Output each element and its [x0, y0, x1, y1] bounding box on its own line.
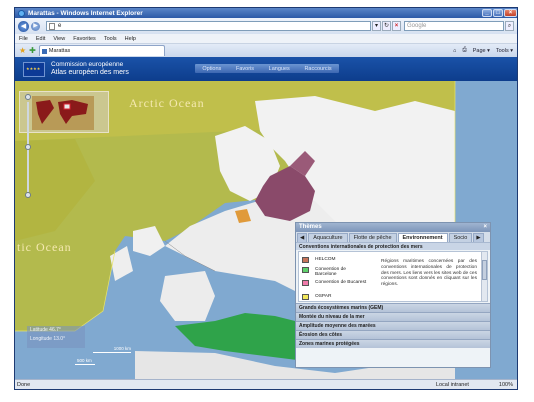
- bucarest-label: Convention de Bucarest: [315, 280, 367, 285]
- accordion-protected-zones[interactable]: Zones marines protégées: [296, 339, 490, 348]
- status-bar: Done Local intranet 100%: [15, 379, 517, 389]
- accordion-erosion[interactable]: Érosion des côtes: [296, 330, 490, 339]
- accordion-gem[interactable]: Grands écosystèmes marins (GEM): [296, 303, 490, 312]
- app-header: Commission européenne Atlas européen des…: [15, 57, 517, 81]
- app-menu-favoris[interactable]: Favoris: [236, 66, 254, 72]
- barcelone-label: Convention de Barcelone: [315, 267, 346, 277]
- home-icon[interactable]: ⌂: [453, 48, 456, 54]
- ospar-label: OSPAR: [315, 294, 332, 299]
- tools-menu[interactable]: Tools ▾: [496, 48, 513, 54]
- map-label-atlantic: tic Ocean: [17, 240, 72, 254]
- tab-title: Marattas: [48, 48, 71, 54]
- tab-scroll-left-icon[interactable]: ◀: [297, 233, 308, 242]
- world-overview: [32, 96, 94, 130]
- section-conventions[interactable]: Conventions internationales de protectio…: [296, 242, 490, 250]
- app-menu-langues[interactable]: Langues: [269, 66, 290, 72]
- scale-label-2: 500 km: [77, 358, 92, 363]
- legend-ospar[interactable]: OSPAR: [302, 294, 368, 300]
- search-input[interactable]: Google: [404, 21, 504, 31]
- latitude-readout: Latitude 46.7°: [30, 327, 61, 333]
- menu-help[interactable]: Help: [125, 36, 136, 42]
- legend-helcom[interactable]: HELCOM: [302, 257, 368, 263]
- app-menu-options[interactable]: Options: [202, 66, 221, 72]
- menu-file[interactable]: File: [19, 36, 28, 42]
- app-menu-raccourcis[interactable]: Raccourcis: [304, 66, 331, 72]
- overview-map[interactable]: [19, 91, 109, 133]
- zoom-level-knob[interactable]: [25, 144, 31, 150]
- page-menu[interactable]: Page ▾: [473, 48, 490, 54]
- address-bar: ◀ ▶ e ▾ ↻ × Google ⌕: [15, 18, 517, 34]
- tab-socio[interactable]: Socio: [448, 233, 473, 242]
- legend-bucarest[interactable]: Convention de Bucarest: [302, 280, 368, 286]
- barcelone-swatch: [302, 267, 309, 273]
- scale-bar-2: 500 km: [75, 358, 95, 365]
- bucarest-swatch: [302, 280, 309, 286]
- tab-flotte-peche[interactable]: Flotte de pêche: [348, 233, 397, 242]
- legend-scrollbar[interactable]: [481, 252, 487, 301]
- window-title: Marattas - Windows Internet Explorer: [28, 9, 143, 17]
- conventions-description: Régions maritimes concernées par des con…: [381, 259, 477, 288]
- scale-label-1: 1000 km: [113, 346, 131, 351]
- longitude-readout: Longitude 13.0°: [30, 336, 66, 342]
- close-themes-icon[interactable]: ×: [483, 223, 487, 232]
- zoom-in-knob[interactable]: [25, 94, 31, 100]
- ospar-swatch: [302, 294, 309, 300]
- tab-environnement[interactable]: Environnement: [397, 233, 448, 242]
- zoom-level[interactable]: 100%: [499, 382, 513, 388]
- ie-icon: [18, 9, 25, 17]
- favorites-star-icon[interactable]: ★: [19, 46, 26, 55]
- status-text: Done: [17, 381, 31, 388]
- accordion-sea-level[interactable]: Montée du niveau de la mer: [296, 312, 490, 321]
- search-icon[interactable]: ⌕: [505, 21, 514, 31]
- tab-aquaculture[interactable]: Aquaculture: [308, 233, 348, 242]
- stop-icon[interactable]: ×: [392, 21, 401, 31]
- refresh-icon[interactable]: ↻: [382, 21, 391, 31]
- menu-bar: File Edit View Favorites Tools Help: [15, 34, 517, 44]
- tab-scroll-right-icon[interactable]: ▶: [473, 233, 484, 242]
- helcom-swatch: [302, 257, 309, 263]
- themes-panel: Thèmes × ◀ Aquaculture Flotte de pêche E…: [295, 222, 491, 368]
- print-icon[interactable]: ⎙: [462, 47, 466, 54]
- page-icon: [49, 22, 55, 30]
- themes-tabs: ◀ Aquaculture Flotte de pêche Environnem…: [296, 232, 490, 242]
- address-dropdown-icon[interactable]: ▾: [372, 21, 381, 31]
- themes-header: Thèmes ×: [296, 223, 490, 232]
- url-text: e: [58, 23, 62, 29]
- zoom-slider[interactable]: [25, 94, 31, 204]
- coordinates-readout: Latitude 46.7° Longitude 13.0°: [27, 326, 85, 348]
- forward-icon[interactable]: ▶: [31, 21, 40, 31]
- menu-view[interactable]: View: [53, 36, 65, 42]
- close-button[interactable]: ×: [504, 9, 517, 17]
- menu-edit[interactable]: Edit: [36, 36, 45, 42]
- title-bar: Marattas - Windows Internet Explorer _ □…: [15, 8, 517, 18]
- add-favorite-icon[interactable]: ✚: [29, 46, 36, 55]
- eu-flag-icon: [23, 61, 45, 77]
- back-icon[interactable]: ◀: [18, 20, 29, 32]
- helcom-label: HELCOM: [315, 257, 336, 262]
- legend-barcelone[interactable]: Convention de Barcelone: [302, 267, 368, 277]
- scale-bar-1: 1000 km: [93, 346, 131, 353]
- app-menu: Options Favoris Langues Raccourcis: [195, 64, 339, 73]
- atlas-app: Commission européenne Atlas européen des…: [15, 57, 517, 379]
- menu-tools[interactable]: Tools: [104, 36, 117, 42]
- tab-favicon-icon: [41, 48, 47, 54]
- menu-favorites[interactable]: Favorites: [73, 36, 96, 42]
- security-zone: Local intranet: [435, 381, 469, 388]
- minimize-button[interactable]: _: [482, 9, 492, 17]
- tab-marattas[interactable]: Marattas: [38, 45, 165, 56]
- conventions-legend: HELCOM Convention de Barcelone Conventio…: [298, 251, 488, 302]
- map-label-arctic: Arctic Ocean: [129, 96, 205, 110]
- themes-title: Thèmes: [299, 224, 322, 230]
- maximize-button[interactable]: □: [493, 9, 503, 17]
- brand-line2: Atlas européen des mers: [51, 69, 129, 76]
- brand-line1: Commission européenne: [51, 61, 124, 68]
- url-field[interactable]: e: [46, 21, 371, 31]
- zoom-out-knob[interactable]: [25, 192, 31, 198]
- legend-scroll-thumb[interactable]: [482, 260, 487, 280]
- tab-bar: ★ ✚ Marattas ⌂ ⎙ Page ▾ Tools ▾: [15, 44, 517, 58]
- accordion-tides[interactable]: Amplitude moyenne des marées: [296, 321, 490, 330]
